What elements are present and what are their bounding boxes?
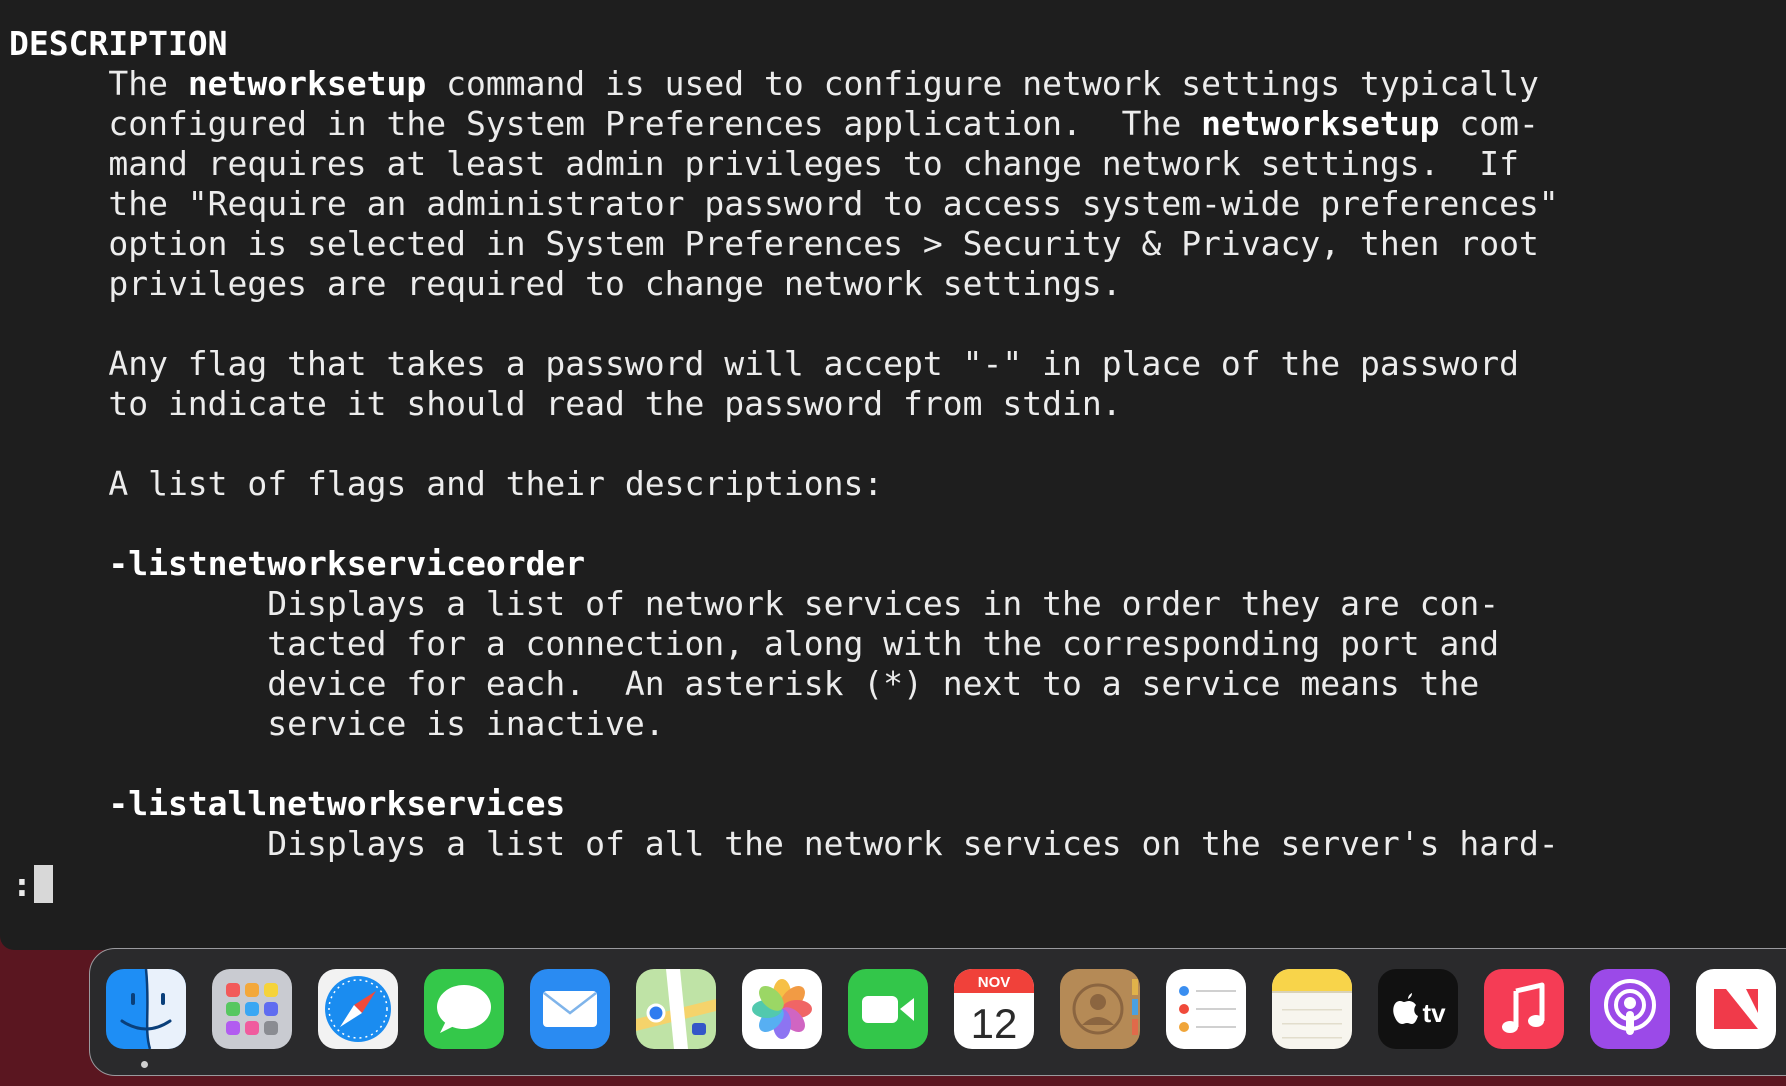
line-text: tacted for a connection, along with the … bbox=[9, 624, 1500, 663]
dock-app-contacts[interactable] bbox=[1060, 969, 1140, 1049]
apple-tv-icon: tv bbox=[1378, 969, 1458, 1049]
dock-app-calendar[interactable]: NOV 12 bbox=[954, 969, 1034, 1049]
line-text: command is used to configure network set… bbox=[426, 64, 1539, 103]
photos-icon bbox=[742, 969, 822, 1049]
line-text: Displays a list of all the network servi… bbox=[9, 824, 1559, 863]
dock-app-photos[interactable] bbox=[742, 969, 822, 1049]
dock: NOV 12 tv bbox=[89, 948, 1786, 1076]
finder-running-indicator bbox=[141, 1061, 148, 1068]
bold-term: -listnetworkserviceorder bbox=[108, 544, 586, 583]
pager-prompt[interactable]: : bbox=[12, 864, 53, 904]
line-text: privileges are required to change networ… bbox=[9, 264, 1122, 303]
dock-app-news[interactable] bbox=[1696, 969, 1776, 1049]
man-page-text: DESCRIPTION The networksetup command is … bbox=[9, 24, 1559, 864]
launchpad-icon bbox=[212, 969, 292, 1049]
terminal-line: to indicate it should read the password … bbox=[9, 384, 1559, 424]
line-text bbox=[9, 784, 108, 823]
dock-app-messages[interactable] bbox=[424, 969, 504, 1049]
dock-app-finder[interactable] bbox=[106, 969, 186, 1049]
maps-icon bbox=[636, 969, 716, 1049]
safari-icon bbox=[318, 969, 398, 1049]
line-text: The bbox=[9, 64, 188, 103]
calendar-icon: NOV 12 bbox=[954, 969, 1034, 1049]
terminal-line: service is inactive. bbox=[9, 704, 1559, 744]
messages-icon bbox=[424, 969, 504, 1049]
line-text: service is inactive. bbox=[9, 704, 665, 743]
dock-app-music[interactable] bbox=[1484, 969, 1564, 1049]
line-text: option is selected in System Preferences… bbox=[9, 224, 1539, 263]
dock-app-apple-tv[interactable]: tv bbox=[1378, 969, 1458, 1049]
terminal-line: -listallnetworkservices bbox=[9, 784, 1559, 824]
line-text: device for each. An asterisk (*) next to… bbox=[9, 664, 1480, 703]
music-icon bbox=[1484, 969, 1564, 1049]
calendar-day: 12 bbox=[971, 1000, 1018, 1047]
terminal-line: tacted for a connection, along with the … bbox=[9, 624, 1559, 664]
line-text: Any flag that takes a password will acce… bbox=[9, 344, 1519, 383]
bold-term: networksetup bbox=[1201, 104, 1440, 143]
line-text bbox=[9, 544, 108, 583]
line-text: configured in the System Preferences app… bbox=[9, 104, 1202, 143]
terminal-window[interactable]: DESCRIPTION The networksetup command is … bbox=[0, 0, 1786, 950]
terminal-line: -listnetworkserviceorder bbox=[9, 544, 1559, 584]
line-text: com- bbox=[1439, 104, 1539, 143]
dock-app-maps[interactable] bbox=[636, 969, 716, 1049]
facetime-icon bbox=[848, 969, 928, 1049]
apple-tv-label: tv bbox=[1422, 998, 1446, 1028]
dock-app-reminders[interactable] bbox=[1166, 969, 1246, 1049]
calendar-month: NOV bbox=[978, 974, 1011, 991]
terminal-line: mand requires at least admin privileges … bbox=[9, 144, 1559, 184]
terminal-line: Any flag that takes a password will acce… bbox=[9, 344, 1559, 384]
pager-prompt-colon: : bbox=[12, 864, 32, 904]
terminal-line: the "Require an administrator password t… bbox=[9, 184, 1559, 224]
bold-term: -listallnetworkservices bbox=[108, 784, 566, 823]
text-cursor bbox=[33, 865, 53, 903]
dock-app-launchpad[interactable] bbox=[212, 969, 292, 1049]
terminal-line: Displays a list of all the network servi… bbox=[9, 824, 1559, 864]
dock-app-notes[interactable] bbox=[1272, 969, 1352, 1049]
finder-icon bbox=[106, 969, 186, 1049]
terminal-line: Displays a list of network services in t… bbox=[9, 584, 1559, 624]
dock-app-facetime[interactable] bbox=[848, 969, 928, 1049]
terminal-line: configured in the System Preferences app… bbox=[9, 104, 1559, 144]
bold-term: networksetup bbox=[187, 64, 427, 103]
terminal-line: device for each. An asterisk (*) next to… bbox=[9, 664, 1559, 704]
terminal-line: privileges are required to change networ… bbox=[9, 264, 1559, 304]
terminal-line: option is selected in System Preferences… bbox=[9, 224, 1559, 264]
mail-icon bbox=[530, 969, 610, 1049]
line-text: the "Require an administrator password t… bbox=[9, 184, 1559, 223]
line-text: A list of flags and their descriptions: bbox=[9, 464, 884, 503]
news-icon bbox=[1696, 969, 1776, 1049]
line-text: Displays a list of network services in t… bbox=[9, 584, 1500, 623]
podcasts-icon bbox=[1590, 969, 1670, 1049]
notes-icon bbox=[1272, 969, 1352, 1049]
dock-app-safari[interactable] bbox=[318, 969, 398, 1049]
terminal-line: A list of flags and their descriptions: bbox=[9, 464, 1559, 504]
dock-app-podcasts[interactable] bbox=[1590, 969, 1670, 1049]
dock-app-mail[interactable] bbox=[530, 969, 610, 1049]
bold-term: DESCRIPTION bbox=[9, 24, 228, 63]
line-text: to indicate it should read the password … bbox=[9, 384, 1122, 423]
contacts-icon bbox=[1060, 969, 1140, 1049]
terminal-line: The networksetup command is used to conf… bbox=[9, 64, 1559, 104]
reminders-icon bbox=[1166, 969, 1246, 1049]
line-text: mand requires at least admin privileges … bbox=[9, 144, 1519, 183]
terminal-line: DESCRIPTION bbox=[9, 24, 1559, 64]
